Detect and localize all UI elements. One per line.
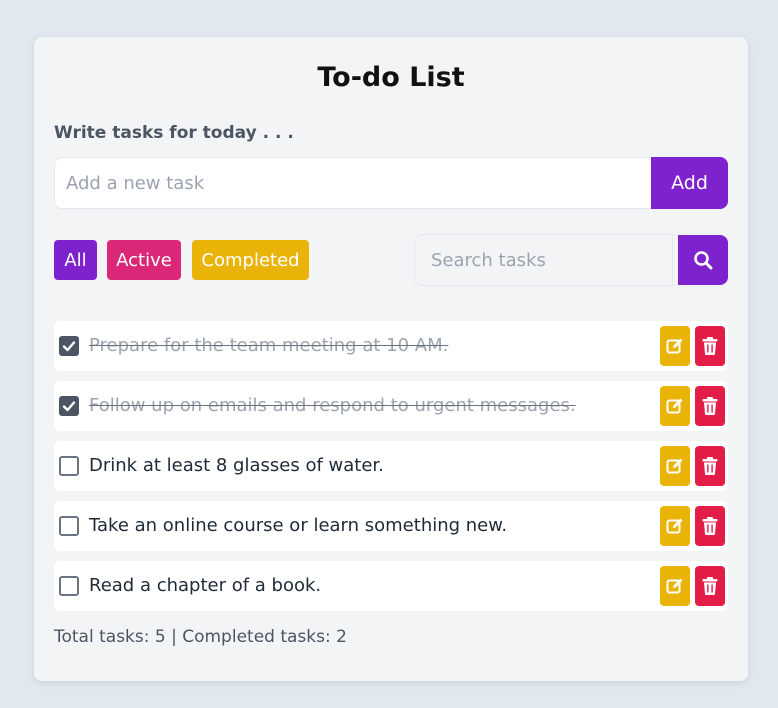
filter-active-button[interactable]: Active [107,240,181,280]
filter-completed-button[interactable]: Completed [192,240,309,280]
task-item: Read a chapter of a book. [54,561,728,611]
edit-icon [666,518,683,534]
task-item: Take an online course or learn something… [54,501,728,551]
edit-task-button[interactable] [660,566,690,606]
task-checkbox[interactable] [59,516,79,536]
todo-card: To-do List Write tasks for today . . . A… [34,37,748,681]
task-text: Prepare for the team meeting at 10 AM. [89,335,449,356]
delete-task-button[interactable] [695,386,725,426]
task-text: Follow up on emails and respond to urgen… [89,395,576,416]
add-task-row: Add [54,157,728,209]
task-list: Prepare for the team meeting at 10 AM. F… [54,321,728,621]
task-checkbox[interactable] [59,456,79,476]
task-summary: Total tasks: 5 | Completed tasks: 2 [54,627,347,647]
edit-task-button[interactable] [660,386,690,426]
page-title: To-do List [317,62,465,93]
trash-icon [702,337,718,355]
task-text: Take an online course or learn something… [89,515,508,536]
task-checkbox[interactable] [59,396,79,416]
edit-icon [666,338,683,354]
task-text: Drink at least 8 glasses of water. [89,455,384,476]
search-icon [693,250,713,270]
trash-icon [702,457,718,475]
delete-task-button[interactable] [695,326,725,366]
task-item: Prepare for the team meeting at 10 AM. [54,321,728,371]
edit-task-button[interactable] [660,326,690,366]
delete-task-button[interactable] [695,446,725,486]
filter-all-button[interactable]: All [54,240,97,280]
check-icon [62,341,76,352]
search-button[interactable] [678,235,728,285]
task-checkbox[interactable] [59,336,79,356]
edit-task-button[interactable] [660,446,690,486]
search-input[interactable] [414,234,673,286]
task-item: Drink at least 8 glasses of water. [54,441,728,491]
delete-task-button[interactable] [695,506,725,546]
check-icon [62,401,76,412]
task-text: Read a chapter of a book. [89,575,322,596]
add-button[interactable]: Add [651,157,728,209]
trash-icon [702,517,718,535]
edit-icon [666,398,683,414]
edit-task-button[interactable] [660,506,690,546]
subtitle: Write tasks for today . . . [54,123,294,143]
task-checkbox[interactable] [59,576,79,596]
new-task-input[interactable] [54,157,651,209]
delete-task-button[interactable] [695,566,725,606]
task-item: Follow up on emails and respond to urgen… [54,381,728,431]
edit-icon [666,578,683,594]
edit-icon [666,458,683,474]
trash-icon [702,397,718,415]
trash-icon [702,577,718,595]
